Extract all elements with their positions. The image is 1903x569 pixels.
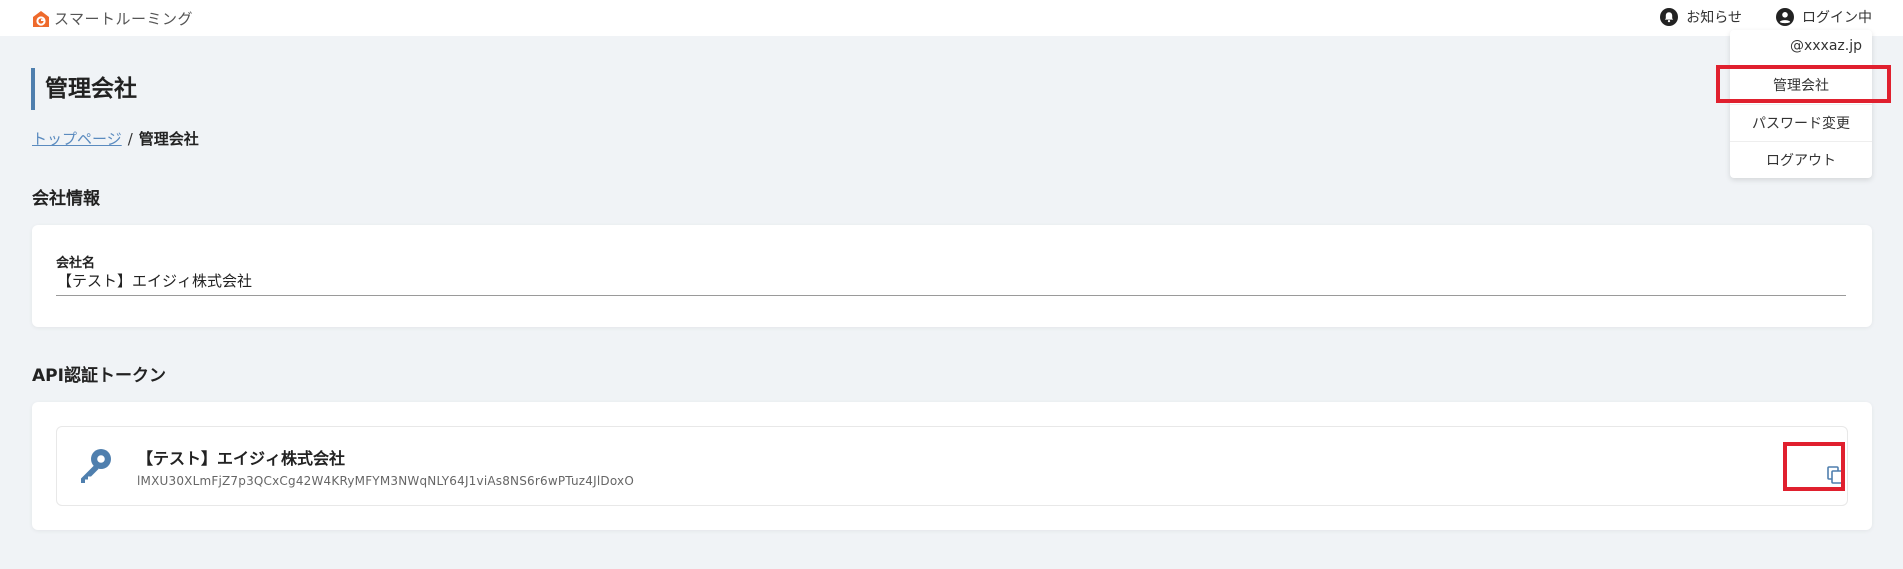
top-bar: スマートルーミング お知らせ ログイン中	[0, 0, 1903, 36]
api-token-value: lMXU30XLmFjZ7p3QCxCg42W4KRyMFYM3NWqNLY64…	[137, 474, 634, 488]
token-company-name: 【テスト】エイジィ株式会社	[137, 449, 346, 468]
user-email: @xxxaz.jp	[1789, 38, 1862, 54]
bell-icon	[1660, 8, 1679, 26]
login-status-label: ログイン中	[1802, 10, 1872, 26]
user-menu-toggle[interactable]: ログイン中	[1776, 7, 1872, 27]
api-token-item: 【テスト】エイジィ株式会社 lMXU30XLmFjZ7p3QCxCg42W4KR…	[56, 426, 1848, 506]
company-info-card: 会社名 【テスト】エイジィ株式会社	[32, 225, 1872, 327]
company-name-field: 【テスト】エイジィ株式会社	[56, 268, 1846, 296]
menu-item-change-password[interactable]: パスワード変更	[1730, 104, 1872, 141]
user-dropdown-menu: @xxxaz.jp 管理会社 パスワード変更 ログアウト	[1730, 30, 1872, 178]
company-info-heading: 会社情報	[32, 189, 100, 209]
logo-house-icon	[33, 10, 49, 27]
breadcrumb: トップページ / 管理会社	[32, 128, 199, 149]
key-icon	[81, 449, 111, 483]
breadcrumb-current: 管理会社	[138, 130, 199, 148]
app-logo[interactable]: スマートルーミング	[32, 8, 193, 29]
copy-token-button[interactable]	[1821, 461, 1849, 489]
breadcrumb-home-link[interactable]: トップページ	[32, 128, 122, 149]
menu-item-management-company[interactable]: 管理会社	[1730, 66, 1872, 103]
copy-icon	[1827, 466, 1843, 484]
app-name: スマートルーミング	[54, 10, 194, 28]
page-title: 管理会社	[31, 68, 137, 110]
notifications-label: お知らせ	[1686, 10, 1742, 26]
api-token-card: 【テスト】エイジィ株式会社 lMXU30XLmFjZ7p3QCxCg42W4KR…	[32, 402, 1872, 530]
notifications-link[interactable]: お知らせ	[1660, 7, 1742, 27]
api-token-heading: API認証トークン	[32, 366, 166, 386]
breadcrumb-separator: /	[127, 129, 133, 148]
menu-item-logout[interactable]: ログアウト	[1730, 141, 1872, 178]
account-circle-icon	[1776, 8, 1794, 26]
